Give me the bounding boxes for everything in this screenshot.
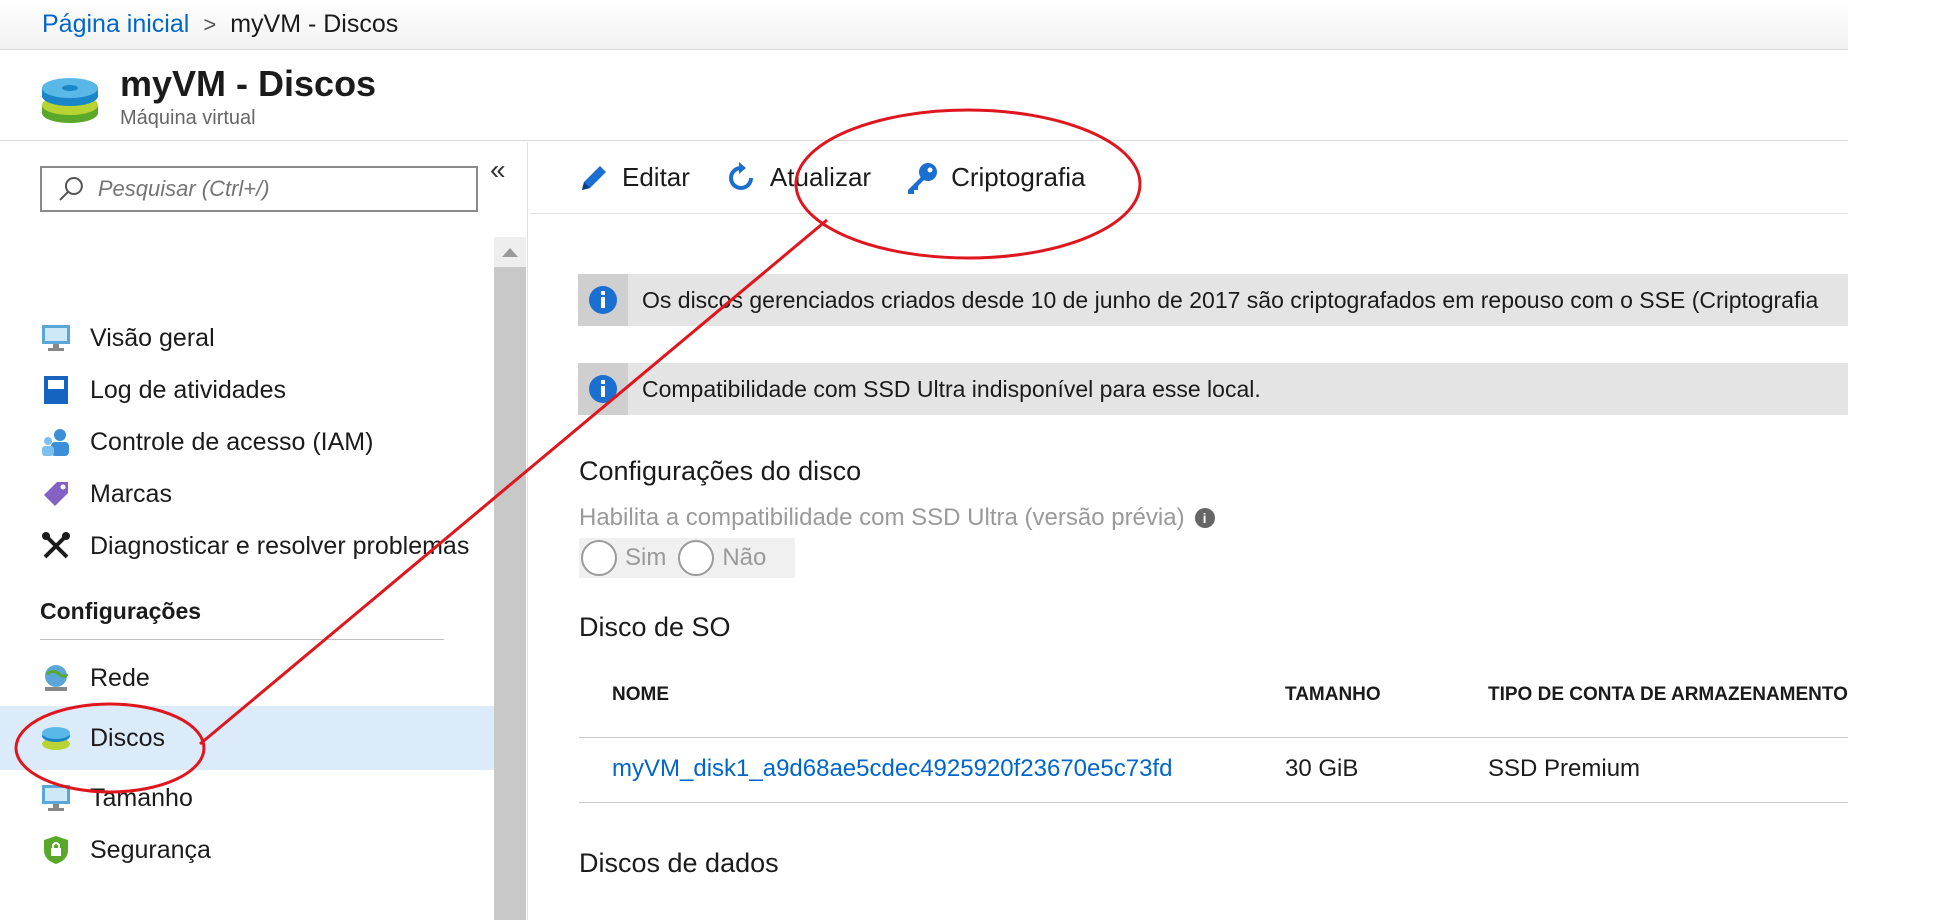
info-tooltip-icon[interactable]: i <box>1194 508 1215 528</box>
iam-icon <box>40 426 72 458</box>
column-header-name: NOME <box>612 684 669 705</box>
breadcrumb-current: myVM - Discos <box>230 10 399 38</box>
edit-button[interactable]: Editar <box>578 162 690 194</box>
sidebar-item-label: Tamanho <box>90 783 193 812</box>
info-text: Os discos gerenciados criados desde 10 d… <box>642 286 1819 313</box>
info-icon <box>578 363 628 415</box>
command-bar: Editar Atualizar Criptografia <box>530 142 1848 214</box>
column-header-size: TAMANHO <box>1285 684 1381 705</box>
sidebar-item-label: Segurança <box>90 835 211 864</box>
refresh-icon <box>728 161 753 190</box>
encryption-button[interactable]: Criptografia <box>905 161 1085 195</box>
radio-label: Não <box>722 544 767 571</box>
section-divider <box>40 639 444 640</box>
disk-config-heading: Configurações do disco <box>579 456 862 486</box>
network-icon <box>40 662 72 694</box>
ultra-ssd-label-text: Habilita a compatibilidade com SSD Ultra… <box>579 504 1185 531</box>
sidebar-item-label: Marcas <box>90 479 172 508</box>
sidebar-item-label: Visão geral <box>90 323 215 352</box>
monitor-icon <box>40 322 72 354</box>
scroll-up-arrow[interactable] <box>494 237 526 267</box>
sidebar: « Visão geral Log de atividades Controle… <box>0 142 528 920</box>
ultra-ssd-label: Habilita a compatibilidade com SSD Ultra… <box>579 504 1215 532</box>
pencil-icon <box>582 165 606 190</box>
info-text: Compatibilidade com SSD Ultra indisponív… <box>642 375 1261 402</box>
breadcrumb-home-link[interactable]: Página inicial <box>42 10 189 39</box>
radio-label: Sim <box>625 544 667 571</box>
page-subtitle: Máquina virtual <box>120 107 256 129</box>
monitor-icon <box>40 782 72 814</box>
info-banner-ultra-ssd: Compatibilidade com SSD Ultra indisponív… <box>578 363 1848 415</box>
info-icon <box>578 274 628 326</box>
sidebar-item-disks[interactable]: Discos <box>0 706 494 770</box>
activity-log-icon <box>40 374 72 406</box>
collapse-sidebar-button[interactable]: « <box>490 154 506 186</box>
radio-no[interactable]: Não <box>678 540 766 576</box>
os-disk-size: 30 GiB <box>1285 755 1359 782</box>
encryption-label: Criptografia <box>951 162 1086 192</box>
azure-portal-frame: Página inicial > myVM - Discos myVM - Di… <box>0 0 1848 920</box>
table-header-divider <box>579 737 1848 738</box>
search-input[interactable] <box>97 176 476 202</box>
sidebar-item-label: Discos <box>90 723 166 752</box>
edit-label: Editar <box>622 162 690 192</box>
radio-circle <box>581 540 617 576</box>
key-icon <box>908 162 938 194</box>
refresh-button[interactable]: Atualizar <box>724 161 871 195</box>
radio-yes[interactable]: Sim <box>581 540 666 576</box>
disks-icon <box>40 722 72 754</box>
sidebar-item-label: Rede <box>90 663 150 692</box>
radio-circle <box>678 540 715 576</box>
sidebar-item-network[interactable]: Rede <box>0 646 494 710</box>
refresh-label: Atualizar <box>769 162 872 192</box>
os-disk-heading: Disco de SO <box>579 612 731 642</box>
sidebar-scrollbar[interactable] <box>494 237 526 920</box>
data-disks-heading: Discos de dados <box>579 848 779 878</box>
os-disk-name-link[interactable]: myVM_disk1_a9d68ae5cdec4925920f23670e5c7… <box>612 755 1172 783</box>
sidebar-item-label: Log de atividades <box>90 375 286 404</box>
sidebar-item-diagnose[interactable]: Diagnosticar e resolver problemas <box>0 514 494 578</box>
sidebar-item-label: Diagnosticar e resolver problemas <box>90 531 470 560</box>
table-row-divider <box>579 802 1848 803</box>
breadcrumb: Página inicial > myVM - Discos <box>0 0 1848 50</box>
os-disk-storage-type: SSD Premium <box>1488 755 1641 782</box>
sidebar-item-label: Controle de acesso (IAM) <box>90 427 374 456</box>
ultra-ssd-radio-group: Sim Não <box>579 538 795 578</box>
sidebar-item-security[interactable]: Segurança <box>0 818 494 882</box>
wrench-icon <box>40 530 72 562</box>
breadcrumb-separator: > <box>203 11 217 37</box>
tag-icon <box>40 478 72 510</box>
vm-disks-icon <box>42 78 98 123</box>
search-icon <box>59 177 83 201</box>
sidebar-search[interactable] <box>40 166 478 212</box>
page-header: myVM - Discos Máquina virtual <box>0 51 1848 141</box>
settings-section-label: Configurações <box>40 598 202 624</box>
page-title: myVM - Discos <box>120 63 377 104</box>
shield-icon <box>40 834 72 866</box>
info-banner-encryption: Os discos gerenciados criados desde 10 d… <box>578 274 1848 326</box>
column-header-storage-type: TIPO DE CONTA DE ARMAZENAMENTO <box>1488 684 1848 705</box>
